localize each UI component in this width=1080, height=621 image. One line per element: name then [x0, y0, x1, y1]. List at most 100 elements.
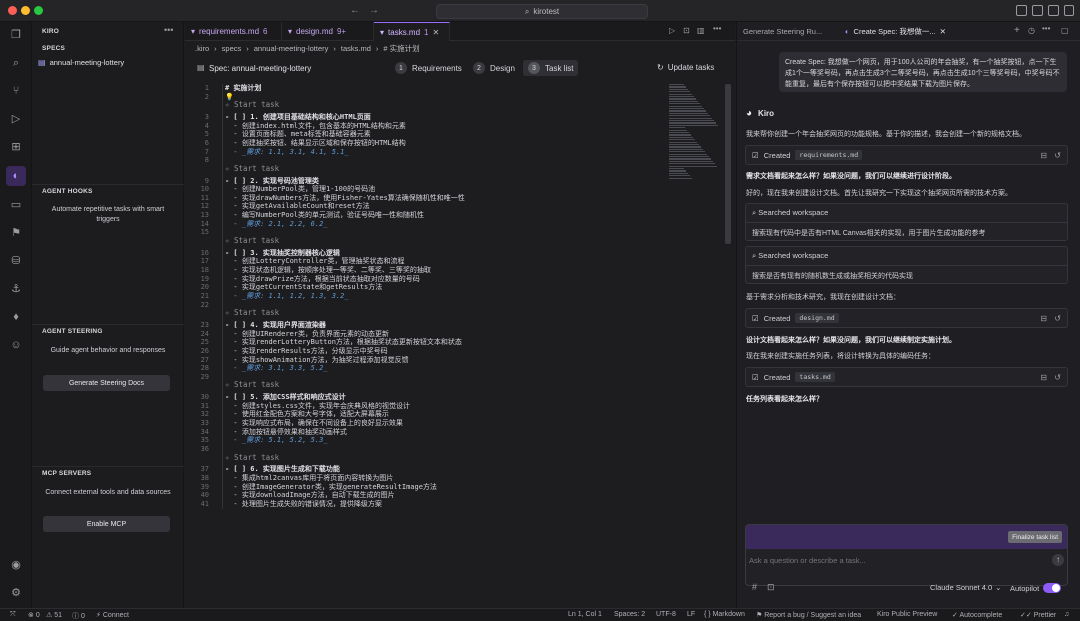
breadcrumb-item[interactable]: # 实施计划: [383, 43, 419, 54]
encoding[interactable]: UTF-8: [656, 611, 676, 618]
breadcrumb-item[interactable]: .kiro: [195, 44, 209, 53]
explorer-icon[interactable]: ❐: [9, 28, 23, 42]
code-line[interactable]: - 编写NumberPool类的单元测试，验证号码唯一性和随机性: [225, 211, 424, 220]
start-task-codelens[interactable]: ✧ Start task: [225, 453, 279, 463]
tab-tasks[interactable]: ▾ tasks.md 1 ✕: [374, 22, 450, 41]
autocomplete-toggle[interactable]: ✓ Autocomplete: [952, 611, 1002, 619]
revert-icon[interactable]: ↺: [1054, 373, 1061, 382]
created-file-card[interactable]: ☑ Created requirements.md ⊟ ↺: [745, 145, 1068, 165]
notifications-bell-icon[interactable]: ♫: [1064, 611, 1069, 618]
code-line[interactable]: - _需求: 5.1, 5.2, 5.3_: [225, 436, 327, 445]
diff-icon[interactable]: ⊟: [1040, 151, 1047, 160]
start-task-codelens[interactable]: ✧ Start task: [225, 236, 279, 246]
robot-icon[interactable]: ☺: [9, 338, 23, 352]
more-actions-icon[interactable]: •••: [164, 25, 173, 35]
model-selector[interactable]: Claude Sonnet 4.0 ⌄: [930, 583, 1001, 592]
open-changes-icon[interactable]: ⊡: [683, 26, 690, 35]
extensions-icon[interactable]: ⊞: [9, 140, 23, 154]
code-line[interactable]: - 添加按钮悬停效果和抽奖动画样式: [225, 428, 346, 437]
autopilot-toggle[interactable]: Autopilot: [1010, 583, 1062, 593]
layout-sidebar-icon[interactable]: [1016, 5, 1027, 16]
chat-tab-steering[interactable]: Generate Steering Ru...: [743, 22, 822, 41]
code-line[interactable]: - _需求: 2.1, 2.2, 6.2_: [225, 220, 327, 229]
code-line[interactable]: - 实现drawPrize方法，根据当前状态抽取对应数量的号码: [225, 275, 419, 284]
step-design[interactable]: 2 Design: [468, 60, 520, 76]
remote-icon[interactable]: ⤧: [10, 611, 16, 619]
file-chip[interactable]: design.md: [795, 313, 839, 323]
database-icon[interactable]: ⛁: [9, 254, 23, 268]
back-arrow-icon[interactable]: ←: [350, 5, 360, 16]
code-line[interactable]: - [ ] 1. 创建项目基础结构和核心HTML页面: [225, 113, 371, 122]
code-line[interactable]: - _需求: 1.1, 1.2, 1.3, 3.2_: [225, 292, 348, 301]
tab-requirements[interactable]: ▾ requirements.md 6: [185, 22, 282, 41]
breadcrumb-item[interactable]: specs: [222, 44, 242, 53]
code-line[interactable]: - [ ] 2. 实现号码池管理类: [225, 177, 319, 186]
diff-icon[interactable]: ⊟: [1040, 373, 1047, 382]
start-task-codelens[interactable]: ✧ Start task: [225, 100, 279, 110]
code-line[interactable]: - [ ] 4. 实现用户界面渲染器: [225, 321, 326, 330]
command-search[interactable]: ⌕ kirotest: [436, 4, 648, 19]
language-mode[interactable]: { } Markdown: [704, 611, 745, 618]
start-task-codelens[interactable]: ✧ Start task: [225, 308, 279, 318]
code-line[interactable]: - 创建抽奖按钮、结果显示区域和保存按钮的HTML结构: [225, 139, 405, 148]
code-line[interactable]: # 实施计划: [225, 84, 261, 93]
finalize-task-list-button[interactable]: Finalize task list: [1008, 531, 1062, 543]
editor-scrollbar[interactable]: [725, 84, 731, 244]
close-tab-icon[interactable]: ✕: [940, 27, 946, 36]
revert-icon[interactable]: ↺: [1054, 314, 1061, 323]
code-line[interactable]: - 实现renderResults方法，分级显示中奖号码: [225, 347, 387, 356]
update-tasks-button[interactable]: ↻ Update tasks: [657, 63, 714, 72]
start-task-codelens[interactable]: ✧ Start task: [225, 164, 279, 174]
new-chat-icon[interactable]: +: [1014, 25, 1020, 36]
code-line[interactable]: - 实现getCurrentState和getResults方法: [225, 283, 382, 292]
code-line[interactable]: - 创建NumberPool类，管理1-100的号码池: [225, 185, 375, 194]
more-actions-icon[interactable]: •••: [713, 24, 721, 33]
layout-secondary-icon[interactable]: [1048, 5, 1059, 16]
account-icon[interactable]: ◉: [9, 558, 23, 572]
code-line[interactable]: - 实现showAnimation方法，为抽奖过程添加视觉反馈: [225, 356, 408, 365]
image-attach-icon[interactable]: ⊡: [767, 582, 775, 593]
code-line[interactable]: - 使用红金配色方案和大号字体，适配大屏幕展示: [225, 410, 388, 419]
code-line[interactable]: - 创建LotteryController类，管理抽奖状态和流程: [225, 257, 404, 266]
created-file-card[interactable]: ☑ Created design.md ⊟ ↺: [745, 308, 1068, 328]
minimize-window-button[interactable]: [21, 6, 30, 15]
code-editor[interactable]: 1 # 实施计划 2 💡 ✧ Start task 3- [ ] 1. 创建项目基础结构和…: [185, 84, 663, 606]
chat-tab-create-spec[interactable]: ◐ Create Spec: 我想做一... ✕: [845, 22, 946, 41]
step-requirements[interactable]: 1 Requirements: [390, 60, 467, 76]
bookmark-icon[interactable]: ⚑: [9, 226, 23, 240]
file-chip[interactable]: requirements.md: [795, 150, 863, 160]
run-debug-icon[interactable]: ▷: [9, 112, 23, 126]
code-line[interactable]: - _需求: 3.1, 3.3, 5.2_: [225, 364, 327, 373]
more-actions-icon[interactable]: •••: [1042, 24, 1050, 33]
created-file-card[interactable]: ☑ Created tasks.md ⊟ ↺: [745, 367, 1068, 387]
warnings-indicator[interactable]: ⚠ 51: [46, 611, 62, 619]
errors-indicator[interactable]: ⊗ 0: [28, 611, 40, 619]
file-chip[interactable]: tasks.md: [795, 372, 835, 382]
cursor-position[interactable]: Ln 1, Col 1: [568, 611, 602, 618]
code-line[interactable]: - _需求: 1.1, 3.1, 4.1, 5.1_: [225, 148, 348, 157]
searched-workspace-card[interactable]: ⌕ Searched workspace 搜索现有代码中是否有HTML Canv…: [745, 203, 1068, 241]
run-icon[interactable]: ▷: [669, 26, 675, 35]
searched-workspace-card[interactable]: ⌕ Searched workspace 搜索是否有现有的随机数生成或抽奖相关的…: [745, 246, 1068, 284]
spec-item[interactable]: ▤ annual-meeting-lottery: [38, 56, 180, 68]
code-line[interactable]: - 实现getAvailableCount和reset方法: [225, 202, 369, 211]
code-line[interactable]: - 创建ImageGenerator类，实现generateResultImag…: [225, 483, 437, 492]
code-line[interactable]: - 处理图片生成失败的错误情况，提供降级方案: [225, 500, 381, 509]
search-icon[interactable]: ⌕: [9, 56, 23, 70]
breadcrumb-item[interactable]: annual-meeting-lottery: [254, 44, 329, 53]
preview-label[interactable]: Kiro Public Preview: [877, 611, 937, 618]
send-arrow-icon[interactable]: ↑: [1052, 554, 1064, 566]
history-icon[interactable]: ◷: [1028, 26, 1035, 35]
code-line[interactable]: - 设置页面标题、meta标签和基础容器元素: [225, 130, 370, 139]
folder-icon[interactable]: ▭: [9, 198, 23, 212]
prettier-status[interactable]: ✓✓ Prettier: [1020, 611, 1056, 619]
settings-gear-icon[interactable]: ⚙: [9, 586, 23, 600]
code-line[interactable]: - 实现downloadImage方法，自动下载生成的图片: [225, 491, 394, 500]
diff-icon[interactable]: ⊟: [1040, 314, 1047, 323]
maximize-window-button[interactable]: [34, 6, 43, 15]
docker-icon[interactable]: ⚓: [9, 282, 23, 296]
report-bug-link[interactable]: ⚑ Report a bug / Suggest an idea: [756, 611, 861, 619]
mongodb-leaf-icon[interactable]: ♦: [9, 310, 23, 324]
tab-design[interactable]: ▾ design.md 9+: [282, 22, 374, 41]
revert-icon[interactable]: ↺: [1054, 151, 1061, 160]
